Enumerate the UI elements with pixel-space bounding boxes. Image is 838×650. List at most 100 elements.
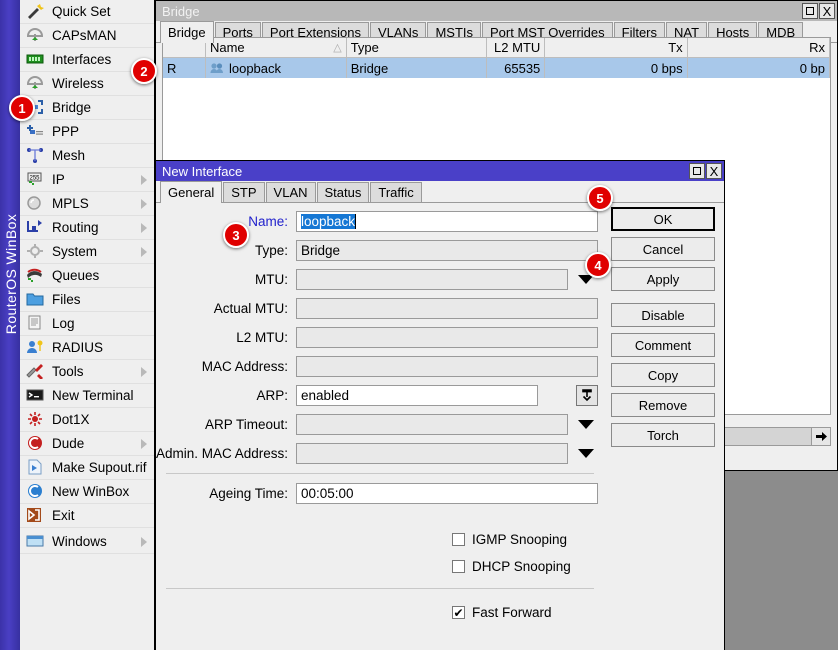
sidebar-item-label: MPLS <box>52 196 89 211</box>
wand-icon <box>26 3 48 21</box>
sidebar-item-dot1x[interactable]: Dot1X <box>20 408 154 432</box>
field-input-mtu[interactable] <box>296 269 568 290</box>
sidebar-item-quick-set[interactable]: Quick Set <box>20 0 154 24</box>
checkbox-row-dhcp-snooping[interactable]: DHCP Snooping <box>156 553 606 580</box>
sidebar-item-label: IP <box>52 172 65 187</box>
sidebar-item-label: Files <box>52 292 81 307</box>
field-input-arp-timeout[interactable] <box>296 414 568 435</box>
general-form: Name: loopback Type: Bridge MTU: Actual … <box>156 207 606 626</box>
bridge-tab-bridge[interactable]: Bridge <box>160 21 214 43</box>
new-interface-tab-status[interactable]: Status <box>317 182 370 202</box>
row-type: Bridge <box>347 58 488 78</box>
sidebar-item-files[interactable]: Files <box>20 288 154 312</box>
field-input-ageing-time[interactable]: 00:05:00 <box>296 483 598 504</box>
checkbox-row-fast-forward[interactable]: ✔ Fast Forward <box>156 599 606 626</box>
checkbox-dhcp-snooping[interactable] <box>452 560 465 573</box>
ok-button[interactable]: OK <box>611 207 715 231</box>
chevron-down-icon[interactable] <box>578 420 594 429</box>
apply-button[interactable]: Apply <box>611 267 715 291</box>
sidebar-item-capsman[interactable]: CAPsMAN <box>20 24 154 48</box>
checkbox-row-igmp-snooping[interactable]: IGMP Snooping <box>156 526 606 553</box>
table-column-header[interactable]: Type <box>347 38 488 57</box>
field-input-actual-mtu[interactable] <box>296 298 598 319</box>
sidebar-item-label: CAPsMAN <box>52 28 117 43</box>
sidebar-item-label: Quick Set <box>52 4 111 19</box>
exit-icon <box>26 507 48 525</box>
copy-button[interactable]: Copy <box>611 363 715 387</box>
sidebar-item-label: Tools <box>52 364 84 379</box>
table-column-header[interactable]: L2 MTU <box>487 38 545 57</box>
remove-button[interactable]: Remove <box>611 393 715 417</box>
sidebar-item-label: Dot1X <box>52 412 90 427</box>
checkbox-fast-forward[interactable]: ✔ <box>452 606 465 619</box>
field-input-name[interactable]: loopback <box>296 211 598 232</box>
submenu-arrow-icon <box>141 439 147 449</box>
close-icon[interactable]: X <box>819 3 835 19</box>
field-input-type[interactable]: Bridge <box>296 240 598 261</box>
arp-dropdown-button[interactable] <box>576 385 598 406</box>
sidebar-item-exit[interactable]: Exit <box>20 504 154 528</box>
sidebar-item-new-winbox[interactable]: New WinBox <box>20 480 154 504</box>
new-interface-titlebar[interactable]: New Interface X <box>156 161 724 181</box>
sidebar-item-dude[interactable]: Dude <box>20 432 154 456</box>
new-interface-tab-vlan[interactable]: VLAN <box>266 182 316 202</box>
field-input-admin-mac-address[interactable] <box>296 443 568 464</box>
sidebar-item-label: Windows <box>52 534 107 549</box>
sidebar-item-tools[interactable]: Tools <box>20 360 154 384</box>
table-header-row: Name△ Type L2 MTU Tx Rx <box>163 38 830 58</box>
submenu-arrow-icon <box>141 199 147 209</box>
sidebar-item-radius[interactable]: RADIUS <box>20 336 154 360</box>
table-column-header[interactable]: Tx <box>545 38 687 57</box>
capsman-icon <box>26 27 48 45</box>
new-interface-tab-traffic[interactable]: Traffic <box>370 182 421 202</box>
sidebar-item-new-terminal[interactable]: New Terminal <box>20 384 154 408</box>
sidebar-item-ip[interactable]: 255 IP <box>20 168 154 192</box>
sidebar-item-queues[interactable]: Queues <box>20 264 154 288</box>
sidebar-item-label: Interfaces <box>52 52 111 67</box>
close-icon[interactable]: X <box>706 163 722 179</box>
new-interface-tab-stp[interactable]: STP <box>223 182 264 202</box>
sidebar-item-bridge[interactable]: Bridge <box>20 96 154 120</box>
sidebar-item-log[interactable]: Log <box>20 312 154 336</box>
queues-icon <box>26 267 48 285</box>
torch-button[interactable]: Torch <box>611 423 715 447</box>
field-input-mac-address[interactable] <box>296 356 598 377</box>
comment-button[interactable]: Comment <box>611 333 715 357</box>
disable-button[interactable]: Disable <box>611 303 715 327</box>
cancel-button[interactable]: Cancel <box>611 237 715 261</box>
field-input-arp[interactable]: enabled <box>296 385 538 406</box>
scroll-right-icon[interactable] <box>811 428 830 445</box>
row-rx: 0 bp <box>688 58 830 78</box>
sidebar-item-make-supout-rif[interactable]: Make Supout.rif <box>20 456 154 480</box>
table-column-header[interactable]: Rx <box>688 38 830 57</box>
table-row[interactable]: R loopback Bridge 65535 0 bps 0 bp <box>163 58 830 78</box>
table-column-header[interactable]: Name△ <box>206 38 347 57</box>
maximize-icon[interactable] <box>802 3 818 19</box>
new-interface-tab-strip: General STP VLAN Status Traffic <box>156 181 724 203</box>
ip-icon: 255 <box>26 171 48 189</box>
sidebar-item-label: RADIUS <box>52 340 103 355</box>
sidebar-item-label: PPP <box>52 124 79 139</box>
new-interface-tab-general[interactable]: General <box>160 181 222 203</box>
sidebar-item-label: Mesh <box>52 148 85 163</box>
field-input-l2-mtu[interactable] <box>296 327 598 348</box>
sidebar-item-windows[interactable]: Windows <box>20 530 154 554</box>
checkbox-igmp-snooping[interactable] <box>452 533 465 546</box>
field-label: ARP Timeout: <box>156 417 296 432</box>
field-label: Type: <box>156 243 296 258</box>
field-label: L2 MTU: <box>156 330 296 345</box>
bridge-window-titlebar[interactable]: Bridge X <box>156 1 837 21</box>
field-label: Ageing Time: <box>156 486 296 501</box>
sidebar-item-routing[interactable]: Routing <box>20 216 154 240</box>
system-icon <box>26 243 48 261</box>
tools-icon <box>26 363 48 381</box>
maximize-icon[interactable] <box>689 163 705 179</box>
submenu-arrow-icon <box>141 367 147 377</box>
sidebar-item-mpls[interactable]: MPLS <box>20 192 154 216</box>
chevron-down-icon[interactable] <box>578 449 594 458</box>
checkbox-label: DHCP Snooping <box>472 559 571 574</box>
sidebar-item-system[interactable]: System <box>20 240 154 264</box>
sidebar-menu-bottom: Windows <box>20 530 154 554</box>
sidebar-item-ppp[interactable]: PPP <box>20 120 154 144</box>
sidebar-item-mesh[interactable]: Mesh <box>20 144 154 168</box>
